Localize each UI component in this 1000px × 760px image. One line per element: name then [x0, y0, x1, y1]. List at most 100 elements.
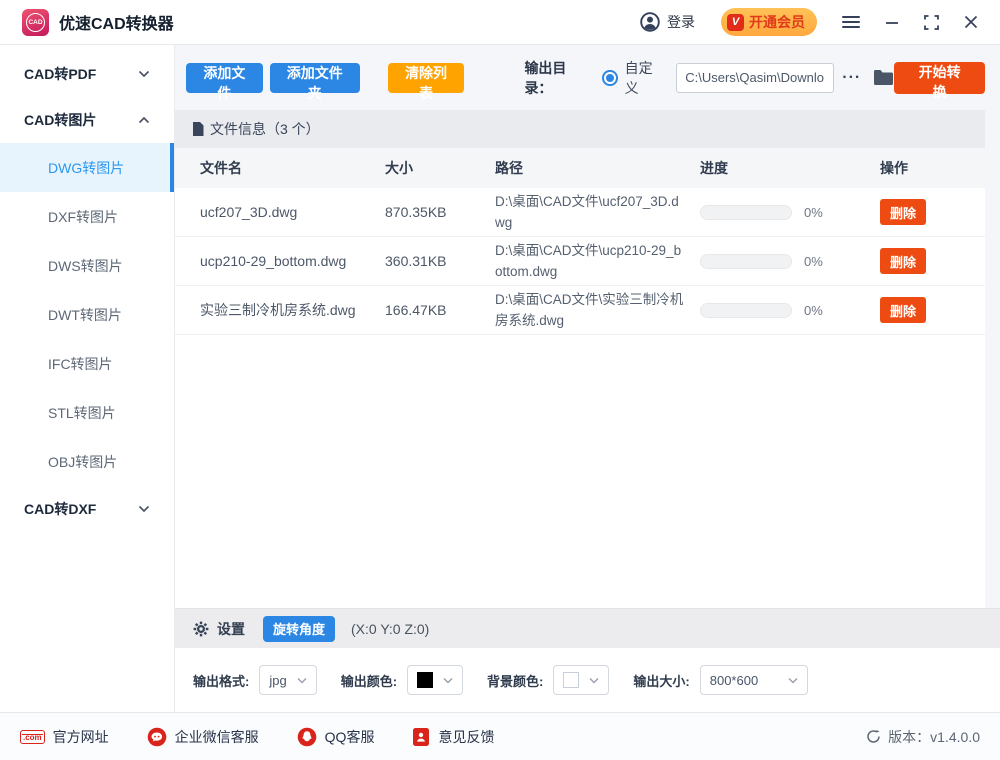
file-list-card: 文件信息（3 个） 文件名 大小 路径 进度 操作 ucf207_3D.dwg …: [175, 110, 985, 608]
start-convert-button[interactable]: 开始转换: [894, 62, 985, 94]
black-color-swatch: [417, 672, 433, 688]
file-path: D:\桌面\CAD文件\ucf207_3D.dwg: [495, 191, 700, 233]
document-icon: [192, 122, 204, 136]
file-size: 166.47KB: [385, 300, 495, 321]
version-label: 版本：v1.4.0.0: [888, 727, 980, 747]
add-folder-button[interactable]: 添加文件夹: [270, 63, 360, 93]
file-path: D:\桌面\CAD文件\ucp210-29_bottom.dwg: [495, 240, 700, 282]
settings-label: 设置: [217, 619, 245, 639]
rotate-angle-button[interactable]: 旋转角度: [263, 616, 335, 642]
footer: .com 官方网址 企业微信客服 QQ客服 意见反馈: [0, 712, 1000, 760]
progress-bar: [700, 303, 792, 318]
add-file-button[interactable]: 添加文件: [186, 63, 263, 93]
open-folder-button[interactable]: [873, 69, 894, 86]
table-empty-area: [175, 335, 985, 608]
file-info-title: 文件信息（3 个）: [210, 119, 320, 139]
sidebar-item-obj-to-image[interactable]: OBJ转图片: [0, 437, 174, 486]
sidebar-group-cad-to-pdf[interactable]: CAD转PDF: [0, 51, 174, 97]
output-size-label: 输出大小:: [633, 671, 689, 690]
maximize-button[interactable]: [924, 15, 939, 30]
clear-list-button[interactable]: 清除列表: [388, 63, 465, 93]
file-size: 870.35KB: [385, 202, 495, 223]
qq-service-link[interactable]: QQ客服: [297, 727, 375, 747]
toolbar: 添加文件 添加文件夹 清除列表 输出目录： 自定义 ··· 开始转换: [175, 45, 1000, 110]
sidebar-item-dws-to-image[interactable]: DWS转图片: [0, 241, 174, 290]
output-dir-label: 输出目录：: [524, 58, 590, 98]
close-button[interactable]: [964, 15, 978, 29]
output-format-label: 输出格式:: [193, 671, 249, 690]
col-progress: 进度: [700, 158, 880, 178]
sidebar: CAD转PDF CAD转图片 DWG转图片 DXF转图片 DWS转图片: [0, 45, 175, 712]
output-options-row: 输出格式: jpg 输出颜色: 背景颜色:: [175, 648, 1000, 712]
browse-more-button[interactable]: ···: [842, 69, 861, 87]
login-button[interactable]: 登录: [640, 12, 695, 32]
user-icon: [640, 12, 660, 32]
sidebar-item-dwt-to-image[interactable]: DWT转图片: [0, 290, 174, 339]
chevron-up-icon: [138, 111, 150, 129]
gear-icon: [193, 621, 209, 637]
background-color-select[interactable]: [553, 665, 609, 695]
titlebar: CAD 优速CAD转换器 登录 V 开通会员: [0, 0, 1000, 45]
progress-cell: 0%: [700, 254, 880, 269]
chevron-down-icon: [443, 671, 453, 689]
sidebar-item-dwg-to-image[interactable]: DWG转图片: [0, 143, 174, 192]
wechat-service-icon: [147, 727, 167, 747]
close-icon: [964, 15, 978, 29]
progress-bar: [700, 254, 792, 269]
folder-icon: [873, 69, 894, 86]
chevron-down-icon: [138, 65, 150, 83]
maximize-icon: [924, 15, 939, 30]
progress-bar: [700, 205, 792, 220]
sidebar-group-cad-to-image[interactable]: CAD转图片: [0, 97, 174, 143]
background-color-label: 背景颜色:: [487, 671, 543, 690]
col-size: 大小: [385, 158, 495, 178]
output-size-select[interactable]: 800*600: [700, 665, 808, 695]
sidebar-item-stl-to-image[interactable]: STL转图片: [0, 388, 174, 437]
sidebar-group-cad-to-dxf[interactable]: CAD转DXF: [0, 486, 174, 532]
col-filename: 文件名: [200, 158, 385, 178]
official-website-link[interactable]: .com 官方网址: [20, 727, 109, 747]
minimize-button[interactable]: [885, 15, 899, 29]
sidebar-item-dxf-to-image[interactable]: DXF转图片: [0, 192, 174, 241]
delete-button[interactable]: 删除: [880, 297, 926, 323]
col-path: 路径: [495, 158, 700, 178]
table-row: ucf207_3D.dwg 870.35KB D:\桌面\CAD文件\ucf20…: [175, 188, 985, 237]
chevron-down-icon: [788, 671, 798, 689]
file-info-header: 文件信息（3 个）: [175, 110, 985, 148]
delete-button[interactable]: 删除: [880, 199, 926, 225]
vip-label: 开通会员: [749, 12, 805, 32]
chevron-down-icon: [297, 671, 307, 689]
feedback-link[interactable]: 意见反馈: [412, 727, 494, 747]
output-format-select[interactable]: jpg: [259, 665, 316, 695]
menu-button[interactable]: [842, 15, 860, 29]
file-name: 实验三制冷机房系统.dwg: [200, 300, 385, 321]
app-window: CAD 优速CAD转换器 登录 V 开通会员: [0, 0, 1000, 760]
file-name: ucf207_3D.dwg: [200, 202, 385, 223]
table-row: 实验三制冷机房系统.dwg 166.47KB D:\桌面\CAD文件\实验三制冷…: [175, 286, 985, 335]
sidebar-item-ifc-to-image[interactable]: IFC转图片: [0, 339, 174, 388]
qq-icon: [297, 727, 317, 747]
wechat-service-link[interactable]: 企业微信客服: [147, 727, 259, 747]
output-color-label: 输出颜色:: [341, 671, 397, 690]
col-action: 操作: [880, 158, 985, 178]
login-label: 登录: [667, 12, 695, 32]
progress-cell: 0%: [700, 303, 880, 318]
output-color-select[interactable]: [407, 665, 463, 695]
custom-dir-radio-label: 自定义: [625, 58, 665, 98]
white-color-swatch: [563, 672, 579, 688]
open-vip-button[interactable]: V 开通会员: [721, 8, 817, 36]
version-info: 版本：v1.4.0.0: [866, 727, 980, 747]
output-path-input[interactable]: [676, 63, 834, 93]
minimize-icon: [885, 15, 899, 29]
delete-button[interactable]: 删除: [880, 248, 926, 274]
file-size: 360.31KB: [385, 251, 495, 272]
custom-dir-radio[interactable]: [602, 70, 617, 86]
progress-value: 0%: [804, 254, 823, 269]
app-logo-icon: CAD: [22, 9, 49, 36]
file-path: D:\桌面\CAD文件\实验三制冷机房系统.dwg: [495, 289, 700, 331]
chevron-down-icon: [589, 671, 599, 689]
main-area: 添加文件 添加文件夹 清除列表 输出目录： 自定义 ··· 开始转换: [175, 45, 1000, 712]
app-title: 优速CAD转换器: [59, 10, 174, 34]
chevron-down-icon: [138, 500, 150, 518]
update-refresh-icon: [866, 729, 881, 744]
